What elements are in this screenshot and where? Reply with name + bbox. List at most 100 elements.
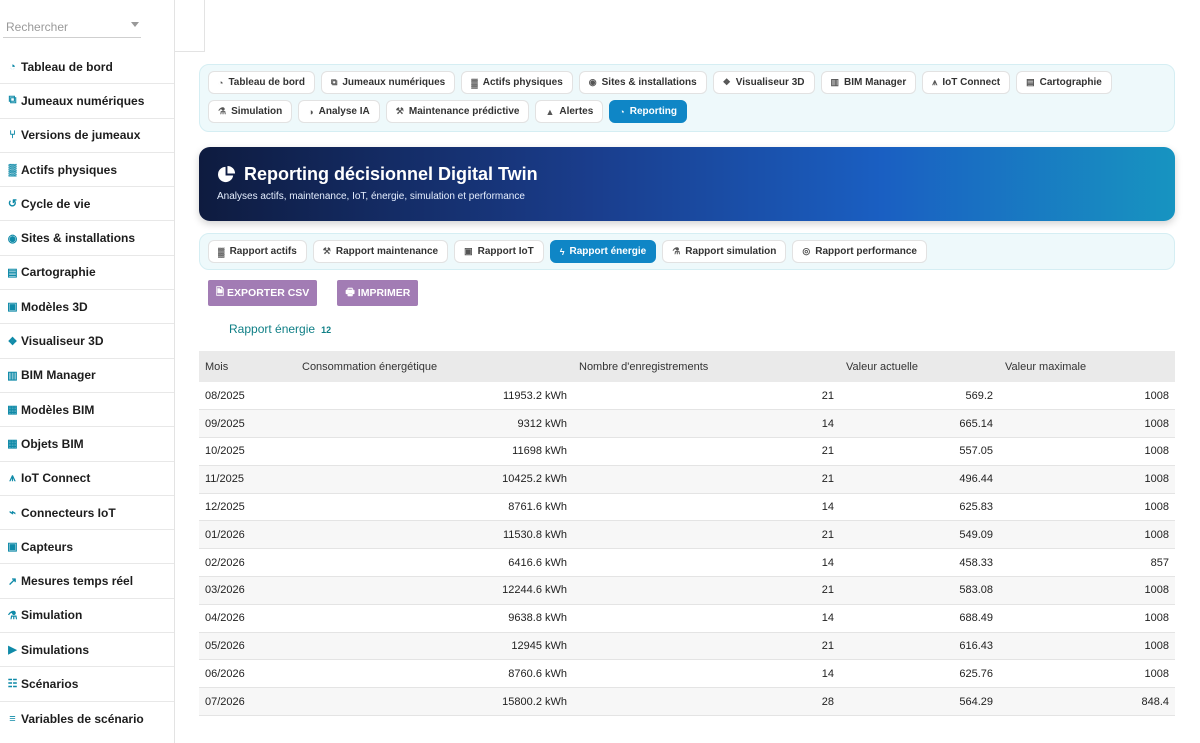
plug-icon: ⌁ bbox=[9, 507, 16, 519]
file-icon: 🗎 bbox=[216, 286, 225, 298]
sidebar-item-scenarios[interactable]: ☷ Scénarios bbox=[0, 667, 174, 702]
print-button[interactable]: 🖶 IMPRIMER bbox=[337, 280, 419, 306]
table-cell: 9638.8 kWh bbox=[296, 604, 573, 633]
column-header-valeur-actuelle[interactable]: Valeur actuelle bbox=[840, 351, 999, 382]
sidebar-item-label: Modèles 3D bbox=[21, 299, 88, 314]
nav-tab-sites-installations[interactable]: ◉ Sites & installations bbox=[578, 71, 707, 94]
report-tab-rapport-energie[interactable]: ϟ Rapport énergie bbox=[549, 240, 657, 263]
table-cell: 496.44 bbox=[840, 465, 999, 494]
sidebar-item-modeles-3d[interactable]: ▣ Modèles 3D bbox=[0, 290, 174, 325]
nav-tab-label: Analyse IA bbox=[318, 106, 370, 117]
table-cell: 14 bbox=[573, 548, 840, 578]
sidebar-item-mesures-temps-reel[interactable]: ↗ Mesures temps réel bbox=[0, 564, 174, 599]
table-cell: 21 bbox=[573, 465, 840, 494]
table-row: 01/2026 11530.8 kWh 21 549.09 1008 bbox=[199, 520, 1175, 550]
table-cell: 616.43 bbox=[840, 632, 999, 661]
nav-tab-cartographie[interactable]: ▤ Cartographie bbox=[1016, 71, 1112, 94]
table-cell: 1008 bbox=[999, 493, 1175, 522]
column-header-mois[interactable]: Mois bbox=[199, 351, 296, 382]
nav-tab-iot-connect[interactable]: ⩚ IoT Connect bbox=[922, 71, 1011, 94]
table-row: 07/2026 15800.2 kWh 28 564.29 848.4 bbox=[199, 687, 1175, 717]
search-placeholder: Rechercher bbox=[6, 20, 69, 34]
report-tab-rapport-performance[interactable]: ◎ Rapport performance bbox=[792, 240, 927, 263]
sidebar-item-label: Visualiseur 3D bbox=[21, 334, 104, 349]
table-row: 05/2026 12945 kWh 21 616.43 1008 bbox=[199, 632, 1175, 661]
nav-tab-simulation[interactable]: ⚗ Simulation bbox=[208, 100, 293, 123]
sidebar-item-iot-connect[interactable]: ⩚ IoT Connect bbox=[0, 462, 174, 496]
table-cell: 1008 bbox=[999, 576, 1175, 605]
nav-tab-maintenance-predictive[interactable]: ⚒ Maintenance prédictive bbox=[385, 100, 530, 123]
industry-icon: ▓ bbox=[218, 246, 225, 257]
table-cell: 848.4 bbox=[999, 687, 1175, 717]
report-tab-rapport-maintenance[interactable]: ⚒ Rapport maintenance bbox=[312, 240, 449, 263]
table-row: 08/2025 11953.2 kWh 21 569.2 1008 bbox=[199, 382, 1175, 411]
sidebar-item-objets-bim[interactable]: ▦ Objets BIM bbox=[0, 427, 174, 462]
table-row: 11/2025 10425.2 kWh 21 496.44 1008 bbox=[199, 465, 1175, 494]
sidebar-item-sites-installations[interactable]: ◉ Sites & installations bbox=[0, 221, 174, 256]
cube-icon: ▣ bbox=[7, 301, 18, 314]
page-header: Reporting décisionnel Digital Twin Analy… bbox=[199, 147, 1175, 221]
nav-tab-label: Visualiseur 3D bbox=[735, 77, 805, 88]
antenna-icon: ⩚ bbox=[932, 77, 938, 87]
table-row: 06/2026 8760.6 kWh 14 625.76 1008 bbox=[199, 659, 1175, 689]
branch-icon: ⑂ bbox=[9, 129, 16, 142]
nav-tab-actifs-physiques[interactable]: ▓ Actifs physiques bbox=[461, 71, 573, 94]
chip-icon: ▣ bbox=[7, 541, 18, 554]
export-csv-button[interactable]: 🗎 EXPORTER CSV bbox=[208, 280, 318, 306]
table-cell: 1008 bbox=[999, 437, 1175, 466]
column-header-valeur-maximale[interactable]: Valeur maximale bbox=[999, 351, 1175, 382]
nav-tab-analyse-ia[interactable]: ◑ Analyse IA bbox=[298, 100, 380, 123]
cubes-icon: ❖ bbox=[722, 77, 731, 87]
sidebar-item-label: Objets BIM bbox=[21, 436, 84, 451]
flask-icon: ⚗ bbox=[672, 246, 681, 256]
nav-tab-label: Actifs physiques bbox=[482, 77, 563, 88]
sidebar-item-jumeaux-numeriques[interactable]: ⧉ Jumeaux numériques bbox=[0, 84, 174, 119]
column-header-enregistrements[interactable]: Nombre d'enregistrements bbox=[573, 351, 840, 382]
sidebar-item-bim-manager[interactable]: ▥ BIM Manager bbox=[0, 359, 174, 393]
table-row: 09/2025 9312 kWh 14 665.14 1008 bbox=[199, 409, 1175, 439]
table-cell: 06/2026 bbox=[199, 659, 296, 689]
report-tab-rapport-iot[interactable]: ▣ Rapport IoT bbox=[454, 240, 544, 263]
industry-icon: ▓ bbox=[8, 163, 17, 176]
city-icon: ▦ bbox=[7, 404, 18, 417]
report-tab-rapport-actifs[interactable]: ▓ Rapport actifs bbox=[208, 240, 307, 263]
sidebar-item-simulations[interactable]: ▶ Simulations bbox=[0, 633, 174, 668]
table-row: 03/2026 12244.6 kWh 21 583.08 1008 bbox=[199, 576, 1175, 605]
sidebar-item-capteurs[interactable]: ▣ Capteurs bbox=[0, 530, 174, 565]
table-cell: 8760.6 kWh bbox=[296, 659, 573, 689]
map-pin-icon: ◉ bbox=[588, 77, 597, 87]
sidebar-item-tableau-de-bord[interactable]: ◔ Tableau de bord bbox=[0, 50, 174, 85]
nav-tab-reporting[interactable]: ◔ Reporting bbox=[609, 100, 687, 123]
nav-tab-visualiseur-3d[interactable]: ❖ Visualiseur 3D bbox=[712, 71, 815, 94]
sidebar-item-visualiseur-3d[interactable]: ❖ Visualiseur 3D bbox=[0, 324, 174, 359]
nav-tab-tableau-de-bord[interactable]: ◔ Tableau de bord bbox=[208, 71, 315, 94]
sidebar-item-simulation[interactable]: ⚗ Simulation bbox=[0, 599, 174, 634]
nav-tab-jumeaux-numeriques[interactable]: ⧉ Jumeaux numériques bbox=[320, 71, 456, 94]
bolt-icon: ϟ bbox=[559, 246, 565, 257]
map-icon: ▤ bbox=[1026, 77, 1035, 87]
table-cell: 21 bbox=[573, 520, 840, 550]
search-select[interactable]: Rechercher bbox=[3, 14, 141, 38]
sidebar-item-modeles-bim[interactable]: ▦ Modèles BIM bbox=[0, 393, 174, 428]
sidebar-item-actifs-physiques[interactable]: ▓ Actifs physiques bbox=[0, 153, 174, 188]
flask-icon: ⚗ bbox=[7, 609, 18, 622]
table-cell: 02/2026 bbox=[199, 548, 296, 578]
report-tab-rapport-simulation[interactable]: ⚗ Rapport simulation bbox=[662, 240, 787, 263]
sidebar-item-cycle-de-vie[interactable]: ↺ Cycle de vie bbox=[0, 187, 174, 222]
report-name: Rapport énergie bbox=[229, 322, 316, 336]
sidebar-item-label: Jumeaux numériques bbox=[21, 93, 145, 108]
sidebar-item-variables-de-scenario[interactable]: ≡ Variables de scénario bbox=[0, 702, 174, 736]
sidebar-item-label: IoT Connect bbox=[21, 471, 91, 486]
table-row: 10/2025 11698 kWh 21 557.05 1008 bbox=[199, 437, 1175, 466]
sidebar-item-versions-de-jumeaux[interactable]: ⑂ Versions de jumeaux bbox=[0, 119, 174, 153]
nav-tab-bim-manager[interactable]: ▥ BIM Manager bbox=[820, 71, 917, 94]
grid-icon: ▦ bbox=[7, 438, 18, 451]
sidebar-item-connecteurs-iot[interactable]: ⌁ Connecteurs IoT bbox=[0, 496, 174, 531]
nav-tab-alertes[interactable]: ▲ Alertes bbox=[535, 100, 604, 123]
sidebar-item-cartographie[interactable]: ▤ Cartographie bbox=[0, 256, 174, 291]
building-icon: ▥ bbox=[830, 77, 840, 87]
table-cell: 569.2 bbox=[840, 382, 999, 411]
column-header-consommation[interactable]: Consommation énergétique bbox=[296, 351, 573, 382]
table-cell: 12244.6 kWh bbox=[296, 576, 573, 605]
clone-icon: ⧉ bbox=[330, 77, 338, 87]
